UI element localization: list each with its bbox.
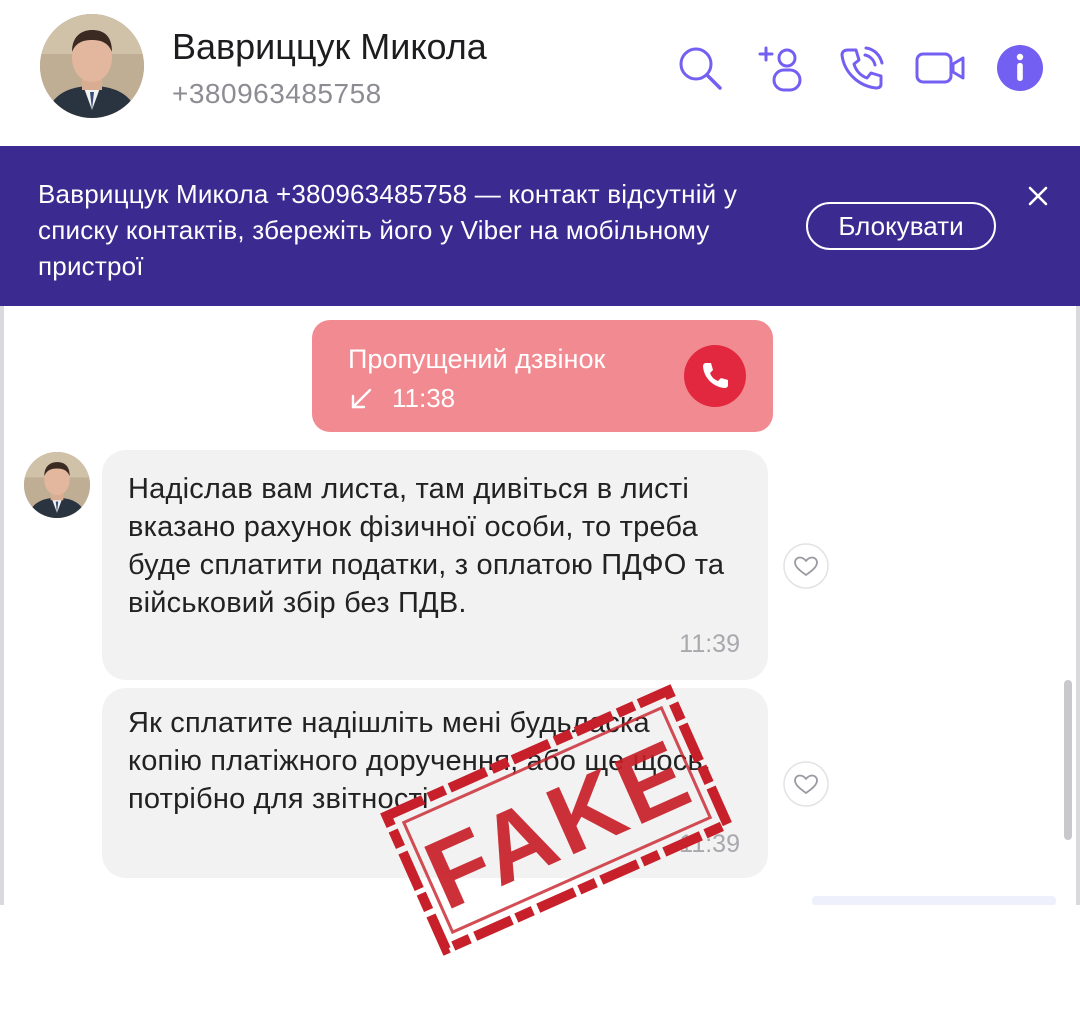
search-icon[interactable] — [672, 40, 728, 96]
like-heart-icon[interactable] — [782, 760, 830, 808]
missed-call-bubble: Пропущений дзвінок 11:38 — [312, 320, 773, 432]
missed-call-time: 11:38 — [392, 383, 456, 413]
composer-edge — [812, 896, 1056, 905]
contact-avatar[interactable] — [40, 14, 144, 118]
voice-call-icon[interactable] — [834, 40, 890, 96]
missed-call-meta: 11:38 — [348, 383, 455, 414]
message-text: Надіслав вам листа, там дивіться в листі… — [128, 473, 725, 619]
message-time: 11:39 — [679, 630, 740, 658]
missed-call-label: Пропущений дзвінок — [348, 344, 606, 374]
phone-icon — [703, 363, 728, 388]
incoming-arrow-icon — [348, 386, 374, 412]
like-heart-icon[interactable] — [782, 542, 830, 590]
block-button[interactable]: Блокувати — [806, 202, 996, 250]
info-icon[interactable] — [992, 40, 1048, 96]
unknown-contact-banner: Вавриццук Микола +380963485758 — контакт… — [0, 146, 1080, 306]
banner-text: Вавриццук Микола +380963485758 — контакт… — [38, 179, 738, 281]
contact-phone: +380963485758 — [172, 78, 382, 109]
call-back-button[interactable] — [684, 345, 746, 407]
chat-header: Вавриццук Микола +380963485758 — [0, 0, 1080, 146]
message-bubble[interactable]: Надіслав вам листа, там дивіться в листі… — [102, 450, 768, 680]
close-icon[interactable] — [1024, 182, 1052, 210]
video-call-icon[interactable] — [912, 40, 968, 96]
contact-name: Вавриццук Микола — [172, 26, 487, 67]
chat-scrollbar[interactable] — [1064, 680, 1072, 840]
add-participant-icon[interactable] — [754, 40, 810, 96]
sender-avatar[interactable] — [24, 452, 90, 518]
